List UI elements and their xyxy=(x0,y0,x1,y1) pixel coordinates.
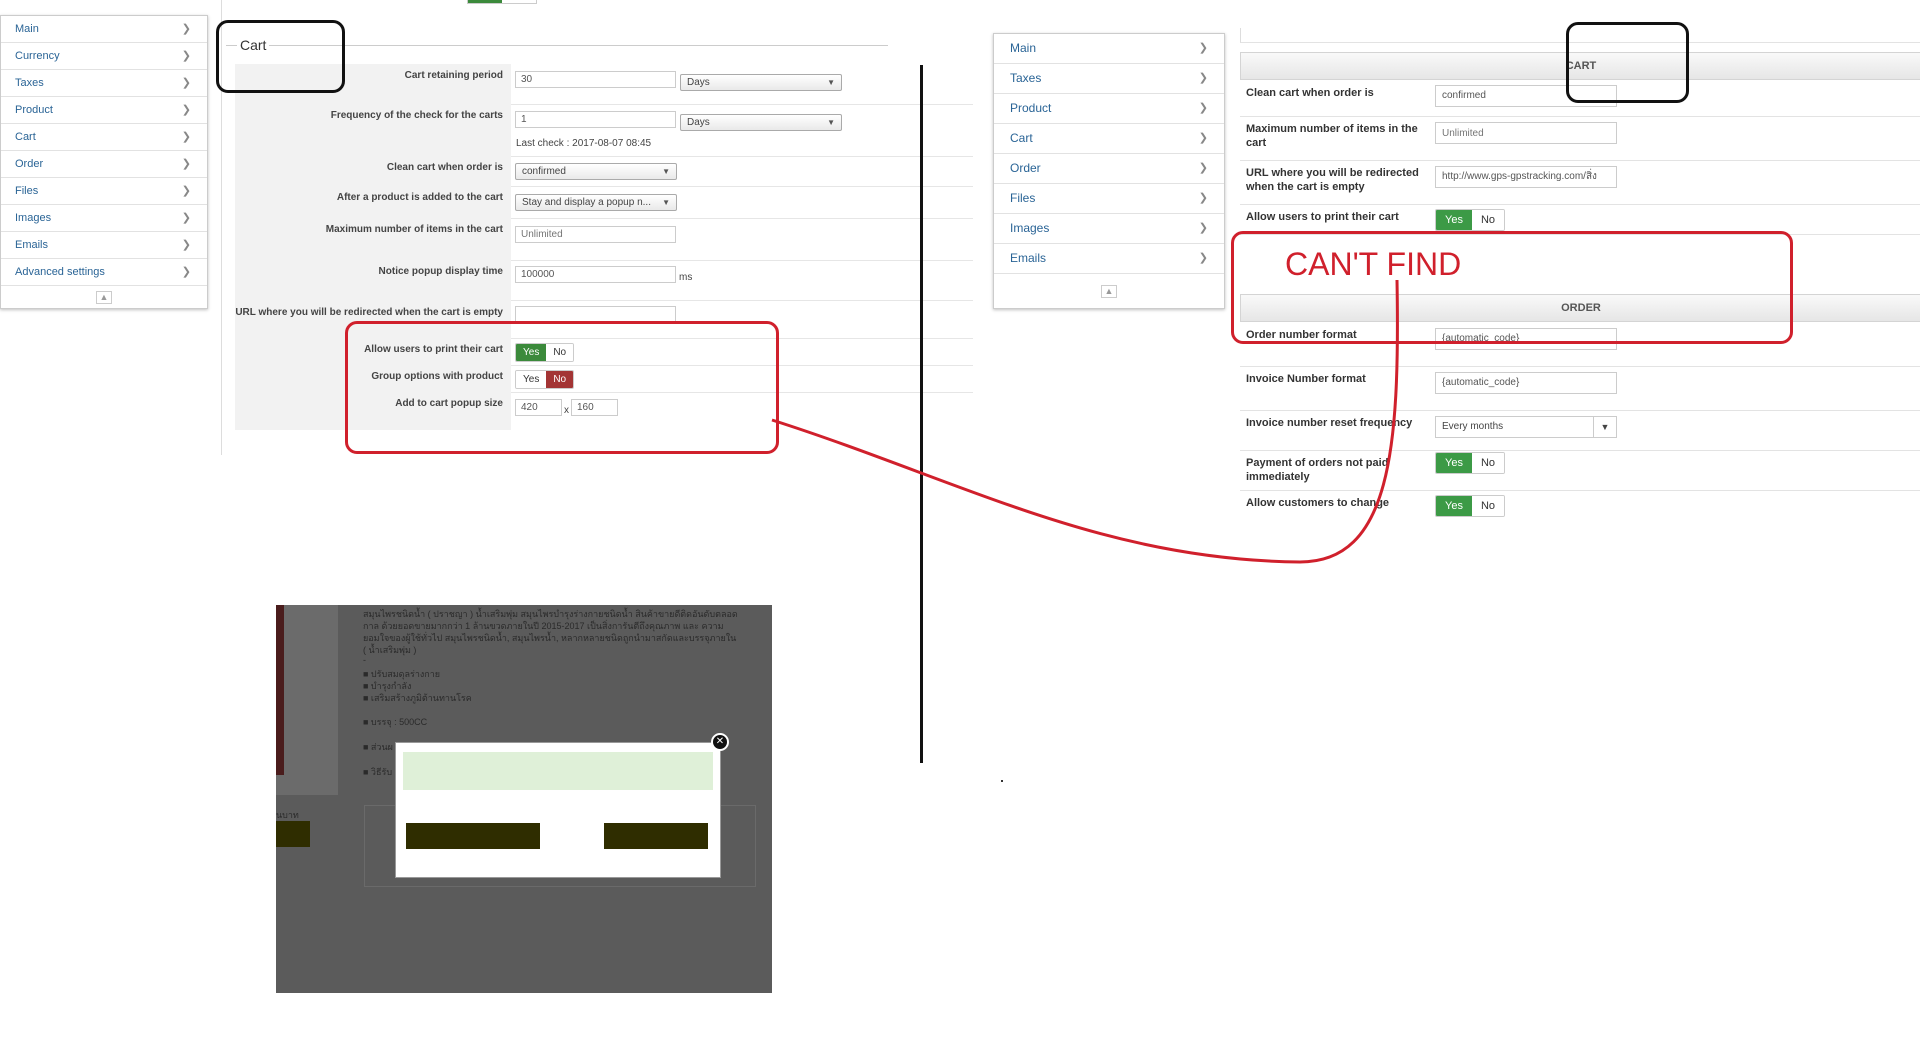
description-line: ■ ส่วนผ xyxy=(363,742,393,752)
add-to-cart-popup xyxy=(395,742,721,878)
checkout-button[interactable] xyxy=(604,823,708,849)
description-line: - xyxy=(363,655,366,665)
description-line: ■ บรรจุ : 500CC xyxy=(363,717,428,727)
product-image-edge xyxy=(276,605,284,775)
description-line: ■ เสริมสร้างภูมิต้านทานโรค xyxy=(363,693,472,703)
stray-dot xyxy=(1001,780,1003,782)
success-message xyxy=(403,752,713,790)
product-image-area xyxy=(276,605,338,795)
close-icon[interactable]: ✕ xyxy=(711,733,729,751)
description-line: ( น้ำเสริมพุ่ม ) xyxy=(363,645,417,655)
description-line: ■ วิธีรับ xyxy=(363,767,393,777)
description-line: ยอมใจของผู้ใช้ทั่วไป สมุนไพรชนิดน้ำ, สมุ… xyxy=(363,633,737,643)
add-to-cart-button-dim xyxy=(276,821,310,847)
continue-shopping-button[interactable] xyxy=(406,823,540,849)
price-label: นบาท xyxy=(276,810,299,820)
